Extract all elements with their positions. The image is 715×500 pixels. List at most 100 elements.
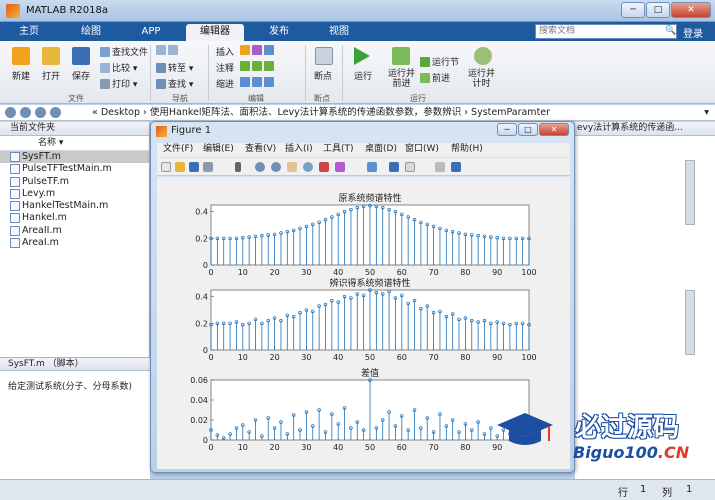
login-link[interactable]: 登录: [683, 25, 703, 40]
x-tick-label: 100: [521, 353, 536, 362]
run-and-time-icon[interactable]: [474, 47, 492, 65]
chevron-down-icon[interactable]: ▾: [704, 105, 709, 120]
tab-editor[interactable]: 编辑器: [186, 24, 244, 41]
tab-view[interactable]: 视图: [316, 24, 362, 41]
menu-view[interactable]: 查看(V): [245, 143, 276, 156]
hide-plot-tools-icon[interactable]: [435, 162, 445, 172]
indent-button[interactable]: 缩进: [216, 77, 234, 90]
run-advance-icon[interactable]: [392, 47, 410, 65]
compare-button[interactable]: 比较 ▾: [100, 61, 137, 74]
graduation-cap-icon: [497, 413, 553, 445]
open-file-icon[interactable]: [175, 162, 185, 172]
figure-close-button[interactable]: ✕: [539, 123, 569, 136]
up-folder-icon[interactable]: [35, 107, 46, 118]
figure-minimize-button[interactable]: ─: [497, 123, 517, 136]
editor-scrollbar[interactable]: [685, 160, 695, 225]
run-and-time-button[interactable]: 运行并 计时: [468, 69, 495, 89]
edit-tools-icons[interactable]: [240, 45, 276, 56]
group-label-file: 文件: [68, 94, 84, 103]
print-figure-icon[interactable]: [203, 162, 213, 172]
data-cursor-icon[interactable]: [319, 162, 329, 172]
figure-maximize-button[interactable]: □: [518, 123, 538, 136]
open-button[interactable]: 打开: [42, 69, 60, 82]
brush-icon[interactable]: [335, 162, 345, 172]
insert-button[interactable]: 插入: [216, 45, 234, 58]
run-advance-button[interactable]: 运行并 前进: [388, 69, 415, 89]
link-plot-icon[interactable]: [367, 162, 377, 172]
minimize-button[interactable]: ─: [621, 2, 645, 18]
row-value: 1: [640, 484, 647, 495]
run-section-icon: [420, 57, 430, 67]
pan-icon[interactable]: [287, 162, 297, 172]
goto-icon: [156, 63, 166, 73]
file-item[interactable]: AreaI.m: [0, 237, 149, 249]
x-tick-label: 80: [460, 443, 470, 452]
find-button[interactable]: 查找 ▾: [156, 77, 193, 90]
new-icon[interactable]: [12, 47, 30, 65]
forward-icon[interactable]: [20, 107, 31, 118]
zoom-out-icon[interactable]: [271, 162, 281, 172]
save-icon[interactable]: [72, 47, 90, 65]
figure-menu-bar: 文件(F) 编辑(E) 查看(V) 插入(I) 工具(T) 桌面(D) 窗口(W…: [157, 143, 570, 157]
tab-home[interactable]: 主页: [10, 24, 48, 41]
name-column-header[interactable]: 名称 ▾: [0, 136, 149, 151]
save-button[interactable]: 保存: [72, 69, 90, 82]
run-section-button[interactable]: 运行节: [420, 55, 459, 68]
new-button[interactable]: 新建: [12, 69, 30, 82]
menu-edit[interactable]: 编辑(E): [203, 143, 234, 156]
search-icon[interactable]: 🔍: [665, 26, 676, 36]
pointer-icon[interactable]: [235, 162, 241, 172]
file-item[interactable]: Hankel.m: [0, 212, 149, 224]
file-name: SysFT.m: [22, 151, 61, 162]
command-scrollbar[interactable]: [685, 290, 695, 355]
file-item[interactable]: PulseTFTestMain.m: [0, 163, 149, 175]
tab-apps[interactable]: APP: [128, 24, 174, 41]
run-button[interactable]: 运行: [354, 69, 372, 82]
browse-folder-icon[interactable]: [50, 107, 61, 118]
watermark-url: Biguo100.CN: [573, 443, 690, 462]
back-icon[interactable]: [5, 107, 16, 118]
file-item[interactable]: HankelTestMain.m: [0, 200, 149, 212]
open-folder-icon[interactable]: [42, 47, 60, 65]
menu-help[interactable]: 帮助(H): [451, 143, 483, 156]
file-item[interactable]: SysFT.m: [0, 151, 149, 164]
file-item[interactable]: PulseTF.m: [0, 176, 149, 188]
advance-button[interactable]: 前进: [420, 71, 450, 84]
m-file-icon: [10, 188, 20, 199]
breakpoints-button[interactable]: 断点: [314, 69, 332, 82]
search-documentation-input[interactable]: 搜索文档: [535, 24, 677, 39]
address-bar[interactable]: « Desktop › 使用Hankel矩阵法、面积法、Levy法计算系统的传递…: [0, 105, 715, 121]
indent-tools-icons[interactable]: [240, 77, 276, 88]
breakpoints-icon[interactable]: [315, 47, 333, 65]
y-tick-label: 0.4: [195, 293, 208, 302]
comment-button[interactable]: 注释: [216, 61, 234, 74]
nav-arrows-icon[interactable]: [156, 45, 180, 56]
menu-window[interactable]: 窗口(W): [405, 143, 439, 156]
tab-publish[interactable]: 发布: [256, 24, 302, 41]
close-button[interactable]: ✕: [671, 2, 711, 18]
goto-button[interactable]: 转至 ▾: [156, 61, 193, 74]
menu-insert[interactable]: 插入(I): [285, 143, 313, 156]
show-plot-tools-icon[interactable]: [451, 162, 461, 172]
file-item[interactable]: Levy.m: [0, 188, 149, 200]
menu-desktop[interactable]: 桌面(D): [365, 143, 397, 156]
maximize-button[interactable]: □: [646, 2, 670, 18]
current-folder-path[interactable]: « Desktop › 使用Hankel矩阵法、面积法、Levy法计算系统的传递…: [92, 105, 550, 120]
comment-tools-icons[interactable]: [240, 61, 276, 72]
x-tick-label: 60: [397, 353, 407, 362]
menu-tools[interactable]: 工具(T): [323, 143, 354, 156]
zoom-in-icon[interactable]: [255, 162, 265, 172]
colorbar-icon[interactable]: [389, 162, 399, 172]
find-files-button[interactable]: 查找文件: [100, 45, 148, 58]
menu-file[interactable]: 文件(F): [163, 143, 193, 156]
print-button[interactable]: 打印 ▾: [100, 77, 137, 90]
tab-plots[interactable]: 绘图: [68, 24, 114, 41]
legend-icon[interactable]: [405, 162, 415, 172]
editor-tab-label[interactable]: evy法计算系统的传递函...: [575, 122, 715, 136]
x-tick-label: 30: [301, 443, 311, 452]
run-icon[interactable]: [354, 47, 370, 65]
file-item[interactable]: AreaII.m: [0, 225, 149, 237]
save-figure-icon[interactable]: [189, 162, 199, 172]
new-figure-icon[interactable]: [161, 162, 171, 172]
rotate-icon[interactable]: [303, 162, 313, 172]
